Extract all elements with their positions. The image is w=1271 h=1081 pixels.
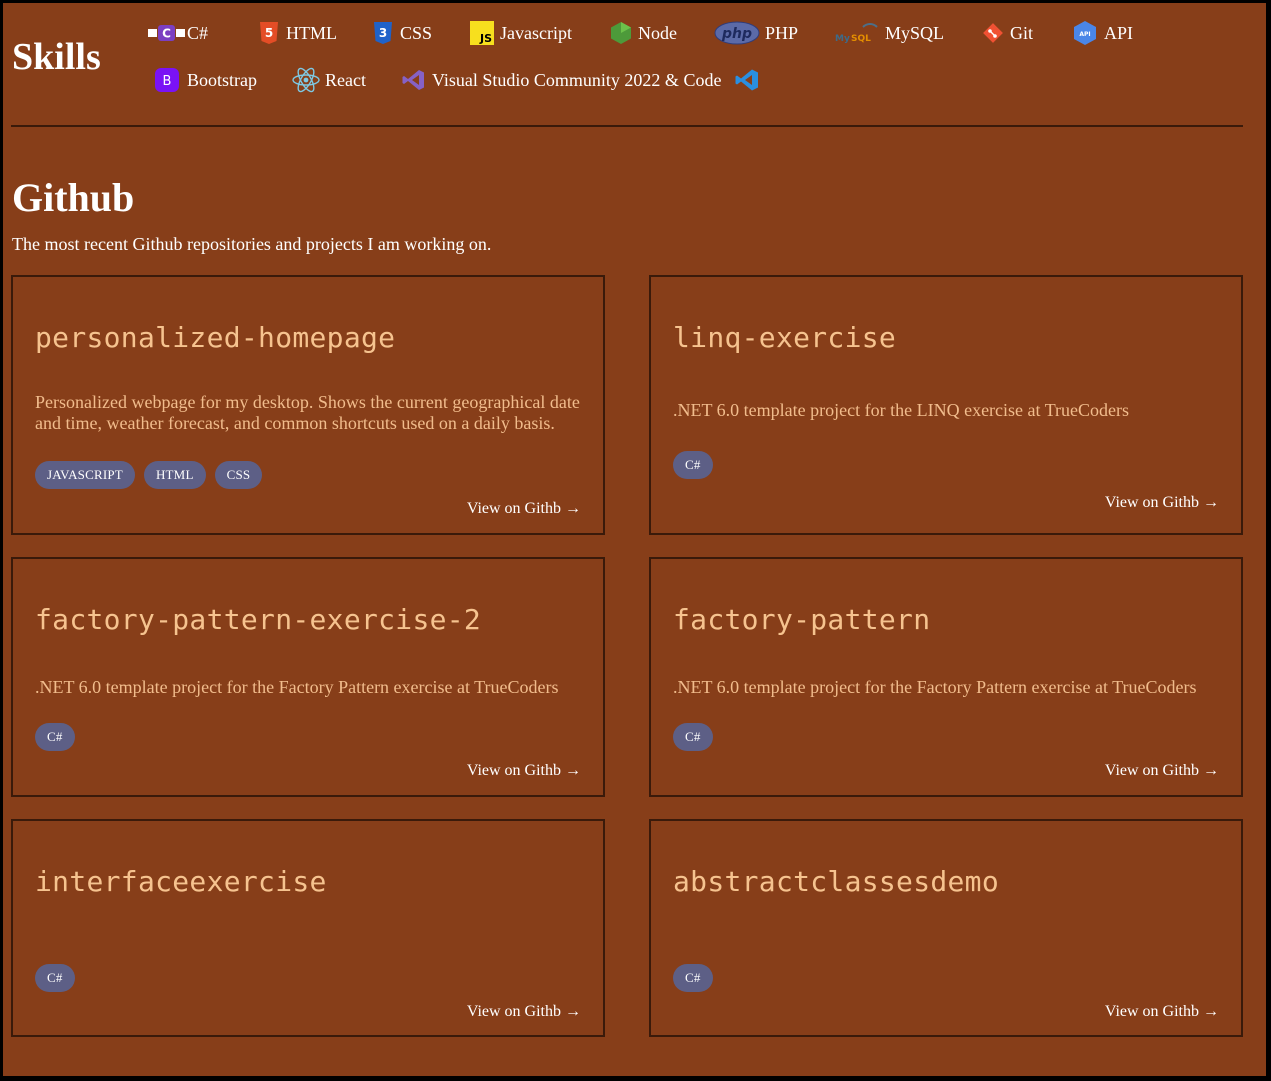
skill-label: Bootstrap: [187, 69, 257, 90]
repo-tags: C#: [673, 964, 722, 992]
section-divider: [11, 125, 1243, 127]
view-on-github-link[interactable]: View on Githb →: [467, 1003, 581, 1021]
react-icon: [287, 67, 325, 93]
repo-card: interfaceexercise C# View on Githb →: [11, 819, 605, 1037]
svg-text:B: B: [163, 74, 172, 89]
visual-studio-icon: [396, 68, 432, 92]
skills-title: Skills: [12, 36, 101, 78]
repo-card: factory-pattern .NET 6.0 template projec…: [649, 557, 1243, 797]
repo-name: linq-exercise: [673, 321, 897, 354]
skill-php: php PHP: [708, 18, 828, 48]
view-on-github-link[interactable]: View on Githb →: [1105, 1003, 1219, 1021]
mysql-icon: My SQL: [828, 21, 885, 45]
skill-label: React: [325, 69, 366, 90]
skill-label: C#: [187, 22, 209, 43]
skill-label: CSS: [400, 22, 433, 43]
page: Skills C C# 5 HTML 3 CSS JS Javascript N…: [3, 3, 1266, 1076]
skills-row-2: B Bootstrap React Visual Studio Communit…: [147, 65, 759, 95]
css3-icon: 3: [366, 21, 400, 45]
view-on-github-link[interactable]: View on Githb →: [1105, 762, 1219, 780]
php-icon: php: [708, 21, 765, 45]
skill-mysql: My SQL MySQL: [828, 18, 975, 48]
skill-react: React: [287, 65, 396, 95]
svg-text:API: API: [1079, 31, 1090, 38]
skill-api: API API: [1066, 18, 1146, 48]
skill-label: PHP: [765, 22, 799, 43]
skill-csharp: C C#: [147, 18, 252, 48]
svg-text:My: My: [835, 34, 850, 44]
repo-tags: C#: [35, 723, 84, 751]
git-icon: [975, 21, 1010, 45]
repo-description: .NET 6.0 template project for the Factor…: [673, 677, 1197, 697]
skill-javascript: JS Javascript: [464, 18, 603, 48]
skill-label: API: [1104, 22, 1134, 43]
api-icon: API: [1066, 20, 1104, 46]
skills-row-1: C C# 5 HTML 3 CSS JS Javascript Node php…: [147, 18, 1146, 48]
repo-card: personalized-homepage Personalized webpa…: [11, 275, 605, 535]
repo-name: interfaceexercise: [35, 865, 327, 898]
svg-text:5: 5: [265, 26, 273, 40]
repo-tags: C#: [673, 723, 722, 751]
svg-text:C: C: [162, 27, 171, 41]
repo-name: factory-pattern-exercise-2: [35, 603, 482, 636]
language-tag: C#: [35, 964, 75, 992]
skill-label: Git: [1010, 22, 1034, 43]
svg-text:3: 3: [379, 26, 387, 40]
repo-tags: JAVASCRIPT HTML CSS: [35, 461, 271, 489]
repo-card: abstractclassesdemo C# View on Githb →: [649, 819, 1243, 1037]
github-subtitle: The most recent Github repositories and …: [12, 234, 492, 254]
language-tag: C#: [673, 964, 713, 992]
language-tag: C#: [673, 451, 713, 479]
javascript-icon: JS: [464, 21, 500, 45]
repo-card: factory-pattern-exercise-2 .NET 6.0 temp…: [11, 557, 605, 797]
nodejs-icon: [603, 21, 638, 45]
repo-description: .NET 6.0 template project for the LINQ e…: [673, 400, 1130, 420]
svg-text:JS: JS: [479, 32, 492, 45]
repo-description: Personalized webpage for my desktop. Sho…: [35, 392, 580, 433]
skill-label: Node: [638, 22, 677, 43]
skill-bootstrap: B Bootstrap: [147, 65, 287, 95]
view-on-github-link[interactable]: View on Githb →: [467, 762, 581, 780]
repo-name: factory-pattern: [673, 603, 931, 636]
repo-name: personalized-homepage: [35, 321, 396, 354]
language-tag: C#: [673, 723, 713, 751]
language-tag: C#: [35, 723, 75, 751]
language-tag: JAVASCRIPT: [35, 461, 135, 489]
skill-html: 5 HTML: [252, 18, 366, 48]
language-tag: CSS: [214, 461, 263, 489]
svg-text:SQL: SQL: [851, 34, 871, 44]
html5-icon: 5: [252, 21, 286, 45]
repo-description: .NET 6.0 template project for the Factor…: [35, 677, 559, 697]
skill-label: Javascript: [500, 22, 572, 43]
skill-css: 3 CSS: [366, 18, 464, 48]
svg-text:php: php: [720, 26, 751, 42]
skill-git: Git: [975, 18, 1066, 48]
skill-label: HTML: [286, 22, 337, 43]
language-tag: HTML: [143, 461, 206, 489]
skill-label: MySQL: [885, 22, 945, 43]
skill-label: Visual Studio Community 2022 & Code: [432, 69, 722, 90]
csharp-icon: C: [147, 25, 187, 41]
vscode-icon: [721, 68, 759, 92]
repo-tags: C#: [673, 451, 722, 479]
skill-visual-studio: Visual Studio Community 2022 & Code: [396, 65, 759, 95]
repo-card: linq-exercise .NET 6.0 template project …: [649, 275, 1243, 535]
skill-node: Node: [603, 18, 708, 48]
repo-tags: C#: [35, 964, 84, 992]
repo-name: abstractclassesdemo: [673, 865, 999, 898]
view-on-github-link[interactable]: View on Githb →: [1105, 494, 1219, 512]
view-on-github-link[interactable]: View on Githb →: [467, 500, 581, 518]
bootstrap-icon: B: [147, 68, 187, 92]
github-title: Github: [12, 175, 135, 220]
